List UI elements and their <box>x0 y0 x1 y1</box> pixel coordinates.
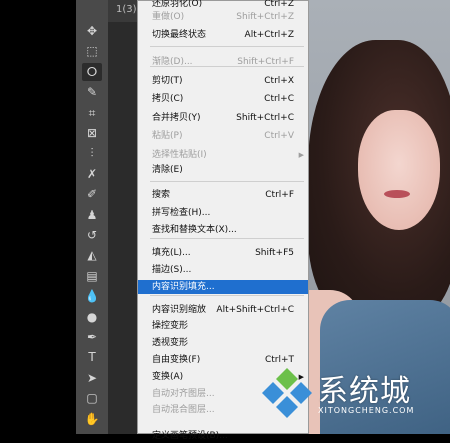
menu-item-label: 描边(S)... <box>152 265 192 275</box>
watermark-subtitle: XITONGCHENG.COM <box>318 406 415 415</box>
screen-border <box>0 0 76 434</box>
menu-item-label: 变换(A) <box>152 372 184 382</box>
menu-item-shortcut: Ctrl+V <box>264 131 294 141</box>
menu-item[interactable]: 渐隐(D)... Shift+Ctrl+F <box>138 55 308 69</box>
menu-item-shortcut: Ctrl+C <box>264 94 294 104</box>
menu-item-shortcut: Shift+F5 <box>255 248 294 258</box>
menu-item-label: 合并拷贝(Y) <box>152 113 201 123</box>
tools-panel: ✥ ⬚ ⵔ ✎ ⌗ ⊠ ⫶ ✗ ✐ ♟ ↺ ◭ ▤ 💧 ● ✒ T ➤ ▢ ✋ <box>76 0 109 434</box>
pen-tool-icon[interactable]: ✒ <box>82 328 102 346</box>
menu-item-label: 切换最终状态 <box>152 30 207 40</box>
menu-item-label: 填充(L)... <box>152 248 191 258</box>
healing-brush-tool-icon[interactable]: ✗ <box>82 165 102 183</box>
menu-item-shortcut: Shift+Ctrl+F <box>237 57 294 67</box>
menu-item-shortcut: Ctrl+X <box>264 76 294 86</box>
menu-item[interactable]: 合并拷贝(Y) Shift+Ctrl+C <box>138 111 308 125</box>
menu-item[interactable]: 剪切(T) Ctrl+X <box>138 74 308 88</box>
quick-selection-tool-icon[interactable]: ✎ <box>82 83 102 101</box>
type-tool-icon[interactable]: T <box>82 348 102 366</box>
brush-tool-icon[interactable]: ✐ <box>82 185 102 203</box>
menu-item-label: 粘贴(P) <box>152 131 183 141</box>
menu-item[interactable]: 填充(L)... Shift+F5 <box>138 246 308 260</box>
menu-item-shortcut: Alt+Shift+Ctrl+C <box>216 305 294 315</box>
history-brush-tool-icon[interactable]: ↺ <box>82 226 102 244</box>
menu-item[interactable]: 内容识别填充... <box>138 280 308 294</box>
rectangular-marquee-tool-icon[interactable]: ⬚ <box>82 42 102 60</box>
blur-tool-icon[interactable]: 💧 <box>82 287 102 305</box>
menu-item-label: 重做(O) <box>152 12 185 22</box>
watermark: 系统城 XITONGCHENG.COM <box>256 362 450 434</box>
gradient-tool-icon[interactable]: ▤ <box>82 267 102 285</box>
menu-item-label: 内容识别填充... <box>152 282 215 292</box>
menu-item-label: 自动混合图层... <box>152 405 215 415</box>
frame-tool-icon[interactable]: ⊠ <box>82 124 102 142</box>
rectangle-tool-icon[interactable]: ▢ <box>82 389 102 407</box>
menu-item[interactable]: 粘贴(P) Ctrl+V <box>138 129 308 143</box>
menu-item-shortcut: Shift+Ctrl+Z <box>236 12 294 22</box>
menu-item-label: 清除(E) <box>152 165 183 175</box>
menu-item[interactable]: 拼写检查(H)... <box>138 206 308 220</box>
menu-item[interactable]: 查找和替换文本(X)... <box>138 223 308 237</box>
eyedropper-tool-icon[interactable]: ⫶ <box>82 144 102 162</box>
menu-item-shortcut: Ctrl+F <box>265 190 294 200</box>
menu-item[interactable]: 搜索 Ctrl+F <box>138 188 308 202</box>
menu-item[interactable]: 拷贝(C) Ctrl+C <box>138 92 308 106</box>
menu-separator <box>150 295 304 296</box>
hand-tool-icon[interactable]: ✋ <box>82 410 102 428</box>
menu-item-label: 搜索 <box>152 190 171 200</box>
menu-item[interactable]: 清除(E) <box>138 163 308 177</box>
menu-item[interactable]: 操控变形 <box>138 319 308 333</box>
clone-stamp-tool-icon[interactable]: ♟ <box>82 206 102 224</box>
menu-item-label: 剪切(T) <box>152 76 183 86</box>
menu-item[interactable]: 透视变形 <box>138 336 308 350</box>
menu-separator <box>150 181 304 182</box>
menu-item-label: 自动对齐图层... <box>152 389 215 399</box>
menu-item-label: 查找和替换文本(X)... <box>152 225 237 235</box>
menu-item-label: 拷贝(C) <box>152 94 184 104</box>
menu-item-label: 内容识别缩放 <box>152 305 207 315</box>
menu-item-label: 选择性粘贴(I) <box>152 150 207 160</box>
menu-item-shortcut: Alt+Ctrl+Z <box>244 30 294 40</box>
dodge-tool-icon[interactable]: ● <box>82 308 102 326</box>
watermark-title: 系统城 <box>318 374 411 409</box>
menu-item-label: 定义画笔预设(B)... <box>152 431 228 441</box>
move-tool-icon[interactable]: ✥ <box>82 22 102 40</box>
submenu-arrow-icon: ▶ <box>298 151 304 159</box>
menu-item[interactable]: 重做(O) Shift+Ctrl+Z <box>138 10 308 24</box>
lasso-tool-icon[interactable]: ⵔ <box>82 62 102 81</box>
crop-tool-icon[interactable]: ⌗ <box>82 104 102 122</box>
menu-item-label: 渐隐(D)... <box>152 57 193 67</box>
menu-separator <box>150 238 304 239</box>
menu-item-label: 自由变换(F) <box>152 355 201 365</box>
menu-item-label: 拼写检查(H)... <box>152 208 211 218</box>
menu-item[interactable]: 选择性粘贴(I) ▶ <box>138 148 308 162</box>
menu-separator <box>150 46 304 47</box>
menu-item[interactable]: 描边(S)... <box>138 263 308 277</box>
menu-item-label: 透视变形 <box>152 338 189 348</box>
eraser-tool-icon[interactable]: ◭ <box>82 246 102 264</box>
menu-item-shortcut: Shift+Ctrl+C <box>236 113 294 123</box>
menu-item-label: 操控变形 <box>152 321 189 331</box>
menu-item[interactable]: 内容识别缩放 Alt+Shift+Ctrl+C <box>138 303 308 317</box>
diamond-logo-icon <box>262 368 312 418</box>
path-selection-tool-icon[interactable]: ➤ <box>82 369 102 387</box>
menu-item[interactable]: 切换最终状态 Alt+Ctrl+Z <box>138 28 308 42</box>
